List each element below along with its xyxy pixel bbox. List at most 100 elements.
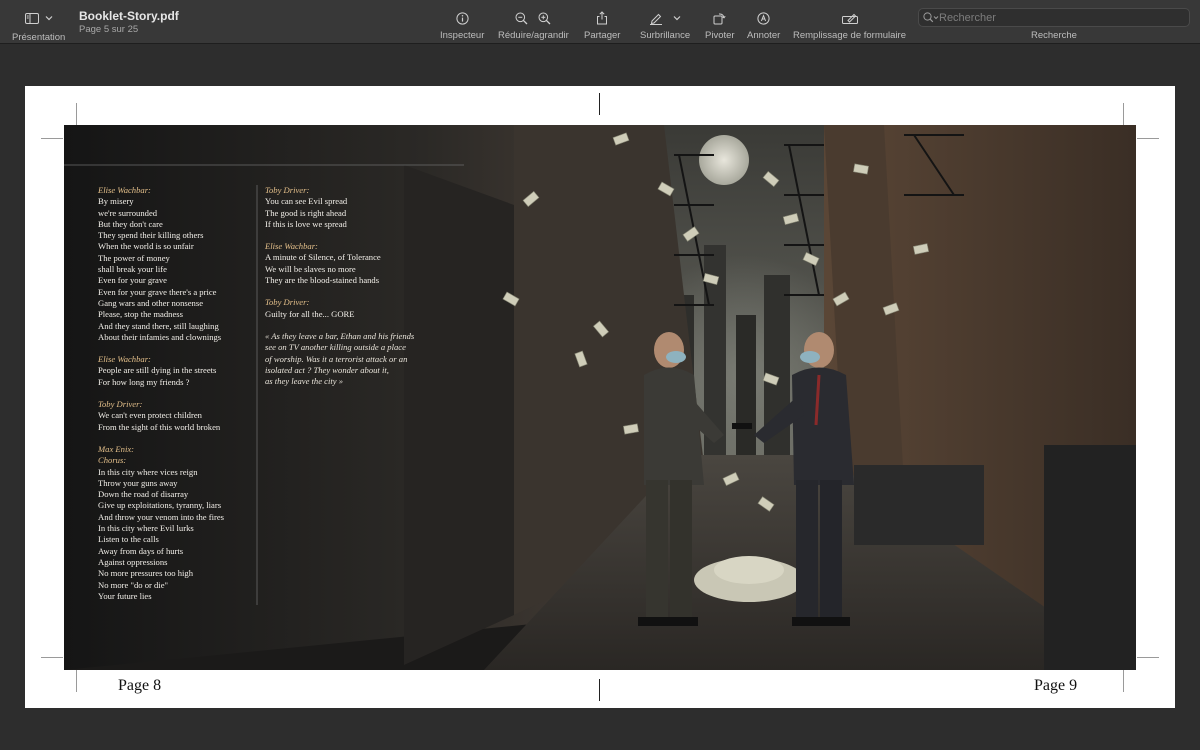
verse: Elise Wachbar: A minute of Silence, of T… [265, 241, 425, 286]
lyric-line: Against oppressions [98, 556, 168, 567]
toolbar: Présentation Booklet-Story.pdf Page 5 su… [0, 0, 1200, 44]
lyric-line: No more pressures too high [98, 568, 193, 579]
zoom-in-icon [538, 12, 551, 24]
speaker: Elise Wachbar: [265, 241, 318, 252]
lyric-line: We can't even protect children [98, 410, 202, 421]
lyric-line: They spend their killing others [98, 230, 204, 241]
lyric-line: And throw your venom into the fires [98, 511, 225, 522]
lyric-line: They are the blood-stained hands [265, 275, 380, 286]
chevron-down-icon [673, 16, 681, 21]
verse: Elise Wachbar: By misery we're surrounde… [98, 185, 258, 343]
annotate-label: Annoter [747, 30, 781, 41]
lyric-line: About their infamies and clownings [98, 331, 222, 342]
rotate-label: Pivoter [705, 30, 735, 41]
lyric-line: By misery [98, 196, 134, 207]
rotate-button[interactable]: Pivoter [705, 7, 735, 41]
booklet-spread: Elise Wachbar: By misery we're surrounde… [64, 125, 1136, 670]
annotate-icon [757, 11, 770, 25]
form-fill-label: Remplissage de formulaire [793, 30, 906, 41]
narration: « As they leave a bar, Ethan and his fri… [265, 331, 425, 387]
lyric-line: If this is love we spread [265, 218, 347, 229]
lyric-line: Gang wars and other nonsense [98, 297, 204, 308]
sidebar-icon [24, 12, 39, 24]
share-button[interactable]: Partager [584, 7, 620, 41]
verse: Toby Driver: You can see Evil spread The… [265, 185, 425, 230]
speaker: Max Enix: [98, 443, 135, 454]
search-input[interactable] [939, 11, 1179, 24]
lyric-line: But they don't care [98, 218, 163, 229]
lyric-line: From the sight of this world broken [98, 421, 221, 432]
lyric-line: The good is right ahead [265, 207, 347, 218]
crop-mark [41, 138, 63, 139]
speaker: Elise Wachbar: [98, 354, 151, 365]
chorus-label: Chorus: [98, 455, 127, 466]
zoom-button[interactable]: Réduire/agrandir [498, 7, 569, 41]
lyric-line: Your future lies [98, 590, 152, 601]
speaker: Toby Driver: [265, 297, 310, 308]
crop-mark [76, 670, 77, 692]
narration-line: as they leave the city » [265, 376, 344, 387]
search-icon [923, 12, 939, 23]
crop-mark [1137, 657, 1159, 658]
lyric-line: Guilty for all the... GORE [265, 308, 355, 319]
form-fill-icon [841, 13, 858, 24]
lyric-line: For how long my friends ? [98, 376, 190, 387]
highlight-button[interactable]: Surbrillance [640, 7, 690, 41]
inspector-label: Inspecteur [440, 30, 485, 41]
speaker: Elise Wachbar: [98, 185, 151, 195]
narration-line: isolated act ? They wonder about it, [265, 364, 389, 375]
lyric-line: Give up exploitations, tyranny, liars [98, 500, 222, 511]
lyric-line: People are still dying in the streets [98, 365, 217, 376]
highlight-label: Surbrillance [640, 30, 691, 41]
verse: Max Enix: Chorus: In this city where vic… [98, 444, 258, 602]
inspector-button[interactable]: Inspecteur [440, 7, 484, 41]
narration-line: of worship. Was it a terrorist attack or… [265, 353, 408, 364]
lyric-line: shall break your life [98, 264, 167, 275]
crop-mark [1123, 103, 1124, 125]
lyric-line: No more "do or die" [98, 579, 169, 590]
annotate-button[interactable]: Annoter [747, 7, 780, 41]
document-title: Booklet-Story.pdf Page 5 sur 25 [79, 9, 179, 35]
search-field[interactable] [918, 8, 1190, 27]
lyric-line: A minute of Silence, of Tolerance [265, 252, 381, 263]
verse: Elise Wachbar: People are still dying in… [98, 354, 258, 388]
lyric-line: We will be slaves no more [265, 263, 356, 274]
narration-line: see on TV another killing outside a plac… [265, 342, 406, 353]
lyric-line: Listen to the calls [98, 534, 159, 545]
page-info: Page 5 sur 25 [79, 24, 139, 35]
share-label: Partager [584, 30, 621, 41]
view-button[interactable]: Présentation [12, 7, 65, 43]
chevron-down-icon [45, 16, 53, 21]
rotate-icon [713, 12, 726, 24]
doc-name: Booklet-Story.pdf [79, 9, 179, 23]
lyric-line: Even for your grave there's a price [98, 286, 217, 297]
info-icon [456, 11, 469, 25]
lyric-line: In this city where vices reign [98, 466, 198, 477]
narration-line: « As they leave a bar, Ethan and his fri… [265, 330, 415, 341]
verse: Toby Driver: Guilty for all the... GORE [265, 297, 425, 320]
zoom-out-icon [515, 12, 528, 24]
verse: Toby Driver: We can't even protect child… [98, 399, 258, 433]
crop-mark [599, 93, 600, 115]
lyric-line: The power of money [98, 252, 170, 263]
page-number-right: Page 9 [1034, 677, 1078, 694]
lyric-line: we're surrounded [98, 207, 158, 218]
crop-mark [76, 103, 77, 125]
zoom-label: Réduire/agrandir [498, 30, 569, 41]
lyric-line: Away from days of hurts [98, 545, 184, 556]
share-icon [597, 11, 608, 25]
lyric-line: And they stand there, still laughing [98, 320, 219, 331]
lyric-line: Even for your grave [98, 275, 167, 286]
crop-mark [1137, 138, 1159, 139]
form-fill-button[interactable]: Remplissage de formulaire [793, 7, 906, 41]
page-number-left: Page 8 [118, 677, 162, 694]
view-label: Présentation [12, 32, 66, 43]
lyrics-column-right: Toby Driver: You can see Evil spread The… [265, 185, 425, 387]
lyric-line: In this city where Evil lurks [98, 523, 194, 534]
lyric-line: Throw your guns away [98, 477, 178, 488]
lyric-line: Please, stop the madness [98, 309, 183, 320]
lyric-line: You can see Evil spread [265, 196, 348, 207]
highlight-pen-icon [650, 13, 663, 25]
lyric-line: When the world is so unfair [98, 241, 194, 252]
lyrics-column-left: Elise Wachbar: By misery we're surrounde… [98, 185, 258, 602]
